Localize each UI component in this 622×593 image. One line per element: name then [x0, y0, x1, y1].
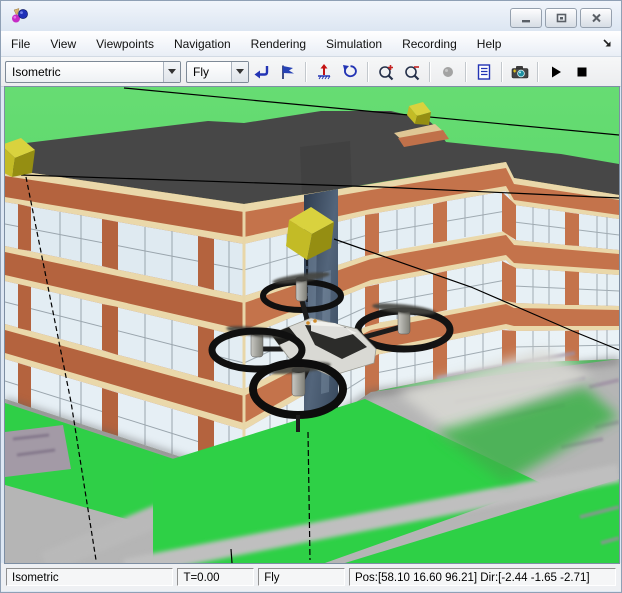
navigation-mode-combobox[interactable]: Fly	[186, 60, 249, 83]
menu-view[interactable]: View	[40, 33, 86, 55]
chevron-down-icon	[163, 61, 180, 82]
camera-icon	[511, 65, 529, 78]
return-to-viewpoint-button[interactable]	[250, 60, 274, 84]
maximize-icon	[556, 13, 566, 23]
status-camera-pose: Pos:[58.10 16.60 96.21] Dir:[-2.44 -1.65…	[348, 568, 617, 586]
record-dot-icon	[443, 66, 453, 77]
toolbar-separator	[429, 61, 431, 82]
menu-recording[interactable]: Recording	[392, 33, 467, 55]
toolbar: Isometric Fly	[1, 57, 621, 87]
create-viewpoint-button[interactable]	[276, 60, 300, 84]
menu-file[interactable]: File	[1, 33, 40, 55]
status-navigation-mode: Fly	[258, 568, 345, 586]
zoom-out-button[interactable]	[400, 60, 424, 84]
titlebar[interactable]	[1, 1, 621, 31]
straighten-up-icon	[318, 63, 331, 79]
viewpoint-combobox-value: Isometric	[12, 64, 61, 79]
zoom-in-button[interactable]	[374, 60, 398, 84]
app-icon	[12, 8, 28, 23]
close-icon	[591, 13, 601, 23]
record-button[interactable]	[436, 60, 460, 84]
close-button[interactable]	[580, 8, 612, 28]
chevron-down-icon	[231, 61, 248, 82]
vr-viewer-window: File View Viewpoints Navigation Renderin…	[0, 0, 622, 593]
toolbar-separator	[305, 61, 307, 82]
toolbar-separator	[465, 61, 467, 82]
dock-arrow-icon[interactable]	[602, 38, 613, 49]
menu-simulation[interactable]: Simulation	[316, 33, 392, 55]
3d-scene-canvas	[5, 87, 619, 563]
minimize-icon	[522, 19, 530, 22]
statusbar: Isometric T=0.00 Fly Pos:[58.10 16.60 96…	[1, 563, 621, 591]
navigation-combobox-value: Fly	[193, 64, 209, 79]
menubar: File View Viewpoints Navigation Renderin…	[1, 31, 621, 57]
zoom-in-icon	[379, 64, 394, 80]
capture-frame-button[interactable]	[508, 60, 532, 84]
menu-help[interactable]: Help	[467, 33, 512, 55]
toolbar-separator	[367, 61, 369, 82]
status-viewpoint: Isometric	[6, 568, 174, 586]
return-arrow-icon	[254, 65, 269, 78]
start-simulation-button[interactable]	[544, 60, 568, 84]
menu-viewpoints[interactable]: Viewpoints	[86, 33, 164, 55]
toolbar-separator	[501, 61, 503, 82]
block-parameters-button[interactable]	[472, 60, 496, 84]
play-icon	[552, 66, 561, 77]
status-time: T=0.00	[177, 568, 255, 586]
undo-move-button[interactable]	[338, 60, 362, 84]
zoom-out-icon	[405, 65, 420, 80]
straighten-up-button[interactable]	[312, 60, 336, 84]
minimize-button[interactable]	[510, 8, 542, 28]
menu-navigation[interactable]: Navigation	[164, 33, 241, 55]
stop-simulation-button[interactable]	[570, 60, 594, 84]
flag-icon	[282, 65, 294, 79]
viewport-3d-scene[interactable]	[4, 86, 620, 564]
maximize-button[interactable]	[545, 8, 577, 28]
stop-icon	[577, 67, 587, 76]
viewpoint-combobox[interactable]: Isometric	[5, 60, 181, 83]
toolbar-separator	[537, 61, 539, 82]
menu-rendering[interactable]: Rendering	[241, 33, 316, 55]
document-list-icon	[477, 63, 491, 80]
undo-arrow-icon	[343, 64, 357, 77]
